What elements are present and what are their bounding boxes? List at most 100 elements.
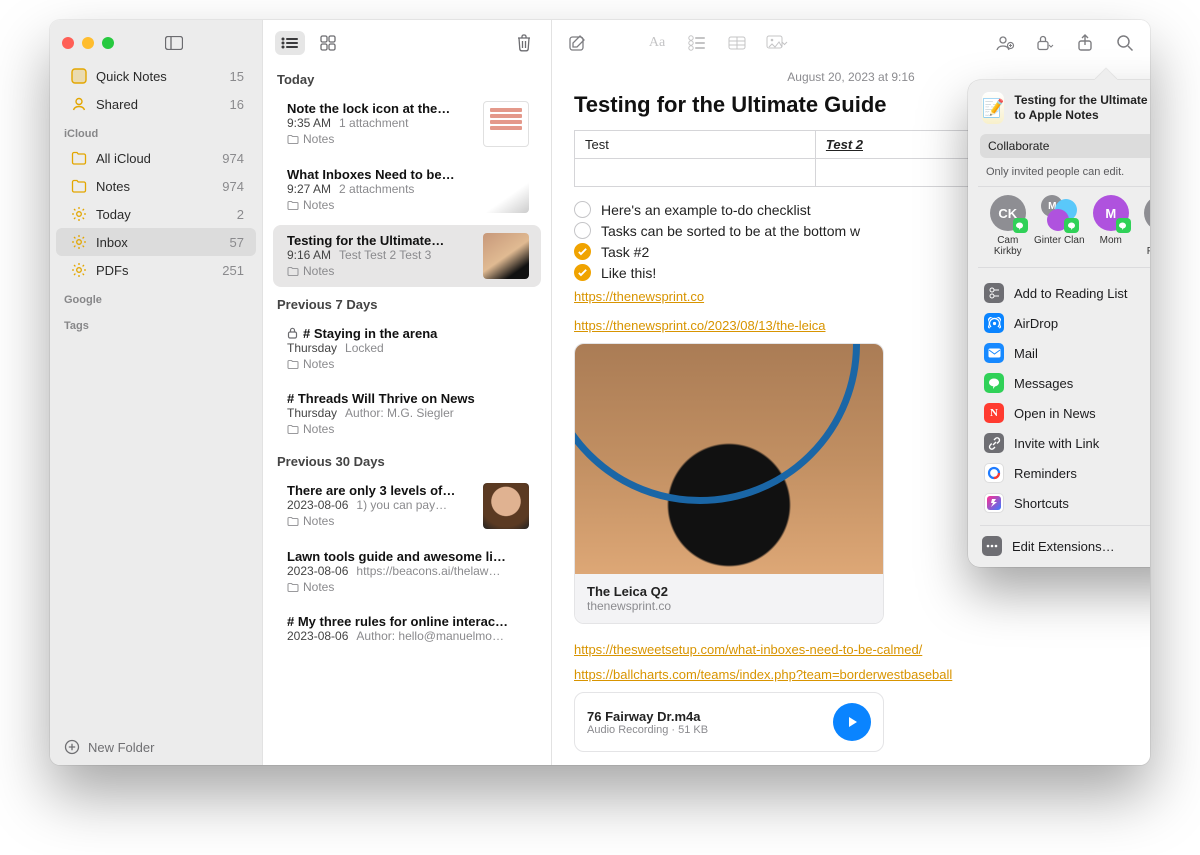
compose-icon: [568, 34, 586, 52]
table-button[interactable]: [726, 32, 748, 54]
share-person[interactable]: CKCam Kirkby: [982, 195, 1034, 257]
action-icon: [984, 373, 1004, 393]
edit-extensions-button[interactable]: Edit Extensions…: [976, 531, 1150, 561]
share-person[interactable]: MMom: [1085, 195, 1137, 257]
share-people-row: CKCam KirkbyMGinter ClanMMomJFJohn Froes…: [978, 195, 1150, 268]
link[interactable]: https://thesweetsetup.com/what-inboxes-n…: [574, 642, 922, 657]
note-item-title: # Staying in the arena: [287, 326, 529, 341]
note-item-meta: Author: M.G. Siegler: [345, 406, 454, 420]
note-item-title: Testing for the Ultimate…: [287, 233, 473, 248]
messages-badge-icon: [1013, 218, 1028, 233]
play-icon: [845, 715, 859, 729]
lock-button[interactable]: [1034, 32, 1056, 54]
format-text-button[interactable]: Aa: [646, 32, 668, 54]
sidebar-folder-today[interactable]: Today2: [56, 200, 256, 228]
link-preview-card[interactable]: The Leica Q2 thenewsprint.co: [574, 343, 884, 624]
sidebar-count: 974: [222, 151, 244, 166]
note-list-item[interactable]: # Threads Will Thrive on NewsThursdayAut…: [273, 383, 541, 444]
action-icon: [984, 313, 1004, 333]
action-icon: [984, 283, 1004, 303]
note-list-item[interactable]: Lawn tools guide and awesome li…2023-08-…: [273, 541, 541, 602]
sidebar-heading-tags[interactable]: Tags: [50, 310, 262, 336]
collaborate-button[interactable]: [994, 32, 1016, 54]
link[interactable]: https://thenewsprint.co/2023/08/13/the-l…: [574, 318, 826, 333]
sidebar-label: Notes: [96, 179, 130, 194]
table-cell[interactable]: Test: [575, 131, 816, 159]
search-button[interactable]: [1114, 32, 1136, 54]
folder-icon: [70, 177, 88, 195]
note-item-time: Thursday: [287, 406, 337, 420]
lock-icon: [1035, 34, 1055, 52]
share-mode-select[interactable]: Collaborate: [980, 134, 1150, 158]
share-action-shortcuts[interactable]: Shortcuts: [978, 488, 1150, 518]
share-action-open-in-news[interactable]: NOpen in News: [978, 398, 1150, 428]
sidebar-count: 251: [222, 263, 244, 278]
link[interactable]: https://ballcharts.com/teams/index.php?t…: [574, 667, 952, 682]
collaborate-icon: [995, 34, 1015, 52]
list-view-button[interactable]: [275, 31, 305, 55]
checklist-icon: [688, 35, 706, 51]
checklist-button[interactable]: [686, 32, 708, 54]
sidebar: Quick Notes 15 Shared 16 iCloud All iClo…: [50, 20, 262, 765]
sidebar-label: Quick Notes: [96, 69, 167, 84]
sidebar-folder-inbox[interactable]: Inbox57: [56, 228, 256, 256]
share-person[interactable]: JFJohn Froese: [1137, 195, 1151, 257]
note-list-item[interactable]: Testing for the Ultimate…9:16 AMTest Tes…: [273, 225, 541, 287]
note-list-item[interactable]: What Inboxes Need to be…9:27 AM2 attachm…: [273, 159, 541, 221]
compose-button[interactable]: [566, 32, 588, 54]
note-list-body[interactable]: TodayNote the lock icon at the…9:35 AM1 …: [263, 66, 551, 765]
note-list-item[interactable]: Note the lock icon at the…9:35 AM1 attac…: [273, 93, 541, 155]
close-window-button[interactable]: [62, 37, 74, 49]
delete-note-button[interactable]: [509, 31, 539, 55]
note-item-time: 9:35 AM: [287, 116, 331, 130]
share-permission-row[interactable]: Only invited people can edit.: [978, 162, 1150, 187]
sidebar-folder-pdfs[interactable]: PDFs251: [56, 256, 256, 284]
share-action-mail[interactable]: Mail: [978, 338, 1150, 368]
sidebar-heading-icloud[interactable]: iCloud: [50, 118, 262, 144]
table-cell[interactable]: [575, 159, 816, 187]
sidebar-folder-notes[interactable]: Notes974: [56, 172, 256, 200]
note-item-time: 2023-08-06: [287, 629, 348, 643]
note-item-folder: Notes: [287, 264, 473, 278]
action-icon: [984, 433, 1004, 453]
share-action-messages[interactable]: Messages: [978, 368, 1150, 398]
media-button[interactable]: [766, 32, 788, 54]
share-action-reminders[interactable]: Reminders: [978, 458, 1150, 488]
sidebar-quick-notes[interactable]: Quick Notes 15: [56, 62, 256, 90]
audio-attachment[interactable]: 76 Fairway Dr.m4a Audio Recording · 51 K…: [574, 692, 884, 752]
zoom-window-button[interactable]: [102, 37, 114, 49]
checkbox-icon[interactable]: [574, 222, 591, 239]
checkbox-icon[interactable]: [574, 201, 591, 218]
sidebar-count: 15: [230, 69, 244, 84]
link[interactable]: https://thenewsprint.co: [574, 289, 704, 304]
sidebar-folder-all-icloud[interactable]: All iCloud974: [56, 144, 256, 172]
gallery-view-button[interactable]: [313, 31, 343, 55]
note-list-item[interactable]: There are only 3 levels of…2023-08-061) …: [273, 475, 541, 537]
share-action-add-to-reading-list[interactable]: Add to Reading List: [978, 278, 1150, 308]
sidebar-label: Shared: [96, 97, 138, 112]
share-action-invite-with-link[interactable]: Invite with Link: [978, 428, 1150, 458]
note-item-meta: 1) you can pay…: [356, 498, 447, 512]
share-action-airdrop[interactable]: AirDrop: [978, 308, 1150, 338]
toggle-sidebar-button[interactable]: [160, 32, 188, 54]
window-controls[interactable]: [62, 37, 114, 49]
note-item-meta: Author: hello@manuelmo…: [356, 629, 504, 643]
minimize-window-button[interactable]: [82, 37, 94, 49]
share-title: Testing for the Ultimate Guide to Apple …: [1014, 93, 1150, 123]
note-list-item[interactable]: # My three rules for online interac…2023…: [273, 606, 541, 651]
note-list-item[interactable]: # Staying in the arenaThursdayLockedNote…: [273, 318, 541, 379]
note-item-time: 9:27 AM: [287, 182, 331, 196]
avatar-cluster: M: [1041, 195, 1077, 231]
share-person[interactable]: MGinter Clan: [1034, 195, 1086, 257]
share-button[interactable]: [1074, 32, 1096, 54]
sidebar-heading-google[interactable]: Google: [50, 284, 262, 310]
note-item-time: 2023-08-06: [287, 498, 348, 512]
play-button[interactable]: [833, 703, 871, 741]
checkbox-checked-icon[interactable]: [574, 264, 591, 281]
sidebar-shared[interactable]: Shared 16: [56, 90, 256, 118]
new-folder-button[interactable]: New Folder: [50, 729, 262, 765]
avatar: CK: [990, 195, 1026, 231]
checkbox-checked-icon[interactable]: [574, 243, 591, 260]
action-icon: [984, 493, 1004, 513]
note-group-heading: Previous 30 Days: [263, 448, 551, 475]
